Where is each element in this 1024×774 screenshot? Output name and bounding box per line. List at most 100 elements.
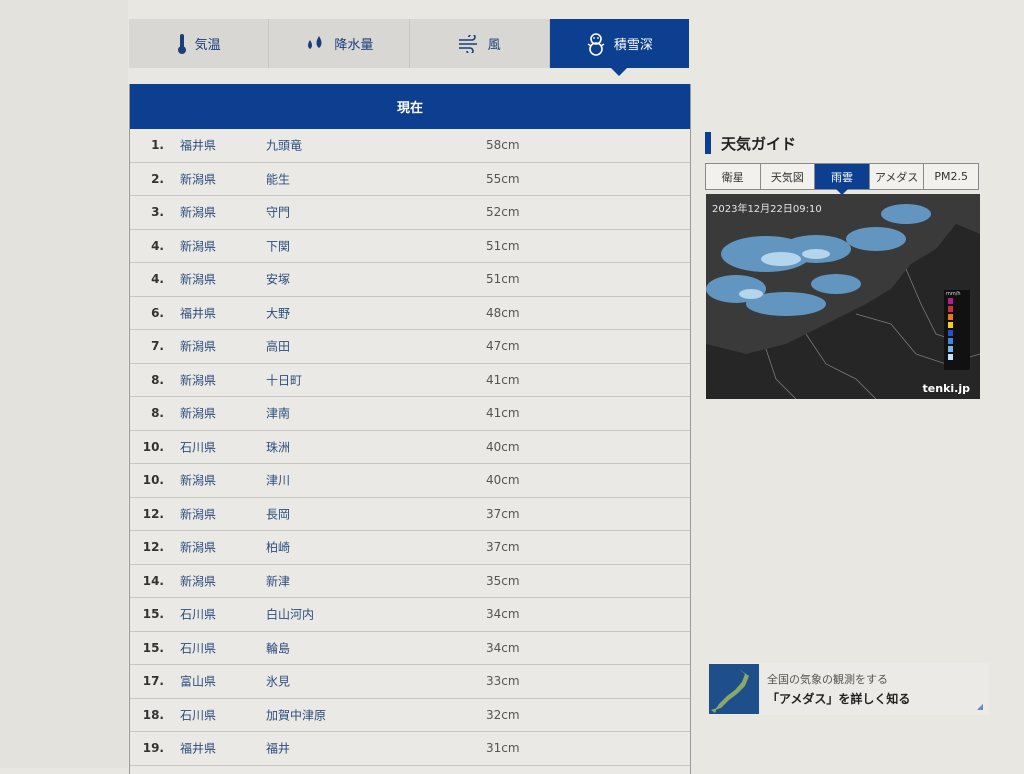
ranking-row[interactable]: 4. 新潟県 下関 51cm bbox=[130, 230, 690, 263]
legend-unit: mm/h bbox=[946, 291, 961, 297]
station-name: 大野 bbox=[266, 306, 291, 321]
snow-depth-value: 58cm bbox=[486, 138, 520, 153]
wind-icon bbox=[458, 34, 480, 53]
guide-tab-satellite[interactable]: 衛星 bbox=[706, 164, 761, 189]
prefecture: 新潟県 bbox=[180, 239, 217, 254]
snow-depth-value: 37cm bbox=[486, 506, 520, 521]
snow-depth-value: 40cm bbox=[486, 473, 520, 488]
station-name: 津南 bbox=[266, 406, 291, 421]
station-name: 高田 bbox=[266, 339, 291, 354]
station-name: 能生 bbox=[266, 172, 291, 187]
ranking-row[interactable]: 2. 新潟県 能生 55cm bbox=[130, 163, 690, 196]
ranking-row[interactable]: 19. 福井県 福井 31cm bbox=[130, 732, 690, 766]
guide-tab-pm25[interactable]: PM2.5 bbox=[924, 164, 978, 189]
ranking-row[interactable]: 8. 新潟県 十日町 41cm bbox=[130, 364, 690, 397]
guide-tab-rain-cloud[interactable]: 雨雲 bbox=[815, 164, 870, 195]
station-name: 守門 bbox=[266, 205, 291, 220]
snow-depth-value: 52cm bbox=[486, 205, 520, 220]
amedas-description: 全国の気象の観測をする bbox=[767, 673, 888, 686]
ranking-row[interactable]: 10. 新潟県 津川 40cm bbox=[130, 464, 690, 498]
category-tabs: 気温 降水量 風 積雪深 bbox=[129, 19, 689, 76]
rank-number: 1. bbox=[151, 138, 164, 153]
raindrops-icon bbox=[304, 34, 326, 54]
prefecture: 新潟県 bbox=[180, 373, 217, 388]
station-name: 輪島 bbox=[266, 641, 291, 656]
ranking-row[interactable]: 17. 富山県 氷見 33cm bbox=[130, 665, 690, 699]
corner-arrow-icon: ◢ bbox=[976, 702, 983, 711]
snow-depth-value: 32cm bbox=[486, 707, 520, 722]
snow-depth-value: 51cm bbox=[486, 272, 520, 287]
rank-number: 10. bbox=[142, 473, 164, 488]
prefecture: 新潟県 bbox=[180, 406, 217, 421]
rank-number: 12. bbox=[142, 540, 164, 555]
prefecture: 新潟県 bbox=[180, 339, 217, 354]
ranking-header: 現在 bbox=[130, 84, 690, 129]
ranking-row[interactable]: 3. 新潟県 守門 52cm bbox=[130, 196, 690, 230]
ranking-row[interactable]: 7. 新潟県 高田 47cm bbox=[130, 330, 690, 364]
left-margin bbox=[0, 0, 128, 768]
rank-number: 15. bbox=[142, 640, 164, 655]
rank-number: 3. bbox=[151, 205, 164, 220]
rank-number: 8. bbox=[151, 406, 164, 421]
prefecture: 新潟県 bbox=[180, 574, 217, 589]
amedas-text: 全国の気象の観測をする 「アメダス」を詳しく知る bbox=[767, 671, 910, 707]
station-name: 珠洲 bbox=[266, 440, 291, 455]
rank-number: 4. bbox=[151, 238, 164, 253]
ranking-row[interactable]: 14. 新潟県 新津 35cm bbox=[130, 565, 690, 598]
prefecture: 福井県 bbox=[180, 138, 217, 153]
prefecture: 石川県 bbox=[180, 708, 217, 723]
station-name: 新津 bbox=[266, 574, 291, 589]
prefecture: 新潟県 bbox=[180, 272, 217, 287]
prefecture: 新潟県 bbox=[180, 507, 217, 522]
snow-depth-value: 35cm bbox=[486, 573, 520, 588]
guide-tab-weather-map[interactable]: 天気図 bbox=[760, 164, 816, 189]
prefecture: 新潟県 bbox=[180, 205, 217, 220]
amedas-link-text[interactable]: 「アメダス」を詳しく知る bbox=[767, 690, 910, 707]
ranking-row[interactable]: 10. 石川県 珠洲 40cm bbox=[130, 431, 690, 464]
rank-number: 7. bbox=[151, 339, 164, 354]
snow-depth-value: 34cm bbox=[486, 640, 520, 655]
ranking-row[interactable]: 6. 福井県 大野 48cm bbox=[130, 297, 690, 330]
station-name: 九頭竜 bbox=[266, 138, 303, 153]
ranking-row[interactable]: 15. 石川県 輪島 34cm bbox=[130, 632, 690, 665]
ranking-row[interactable]: 8. 新潟県 津南 41cm bbox=[130, 397, 690, 431]
prefecture: 石川県 bbox=[180, 641, 217, 656]
rank-number: 14. bbox=[142, 573, 164, 588]
station-name: 長岡 bbox=[266, 507, 291, 522]
prefecture: 新潟県 bbox=[180, 473, 217, 488]
ranking-row[interactable]: 15. 石川県 白山河内 34cm bbox=[130, 598, 690, 632]
station-name: 加賀中津原 bbox=[266, 708, 327, 723]
ranking-row[interactable]: 1. 福井県 九頭竜 58cm bbox=[130, 129, 690, 163]
amedas-banner[interactable]: 全国の気象の観測をする 「アメダス」を詳しく知る ◢ bbox=[709, 663, 989, 715]
ranking-row[interactable]: 18. 石川県 加賀中津原 32cm bbox=[130, 699, 690, 732]
guide-tab-amedas[interactable]: アメダス bbox=[869, 164, 925, 189]
prefecture: 新潟県 bbox=[180, 540, 217, 555]
tab-temperature[interactable]: 気温 bbox=[129, 19, 270, 68]
tab-wind[interactable]: 風 bbox=[409, 19, 550, 68]
tab-label: 積雪深 bbox=[613, 38, 653, 53]
station-name: 十日町 bbox=[266, 373, 303, 388]
station-name: 柏崎 bbox=[266, 540, 291, 555]
tab-precipitation[interactable]: 降水量 bbox=[269, 19, 410, 68]
tab-label: 降水量 bbox=[334, 38, 374, 53]
snow-depth-value: 34cm bbox=[486, 607, 520, 622]
prefecture: 富山県 bbox=[180, 674, 217, 689]
rank-number: 4. bbox=[151, 272, 164, 287]
snow-depth-ranking: 現在 1. 福井県 九頭竜 58cm 2. 新潟県 能生 55cm 3. 新潟県 守門 52cm 4. 新… bbox=[129, 84, 691, 774]
ranking-row[interactable]: 12. 新潟県 長岡 37cm bbox=[130, 498, 690, 531]
tab-snow-depth[interactable]: 積雪深 bbox=[549, 19, 689, 76]
rain-radar-map[interactable]: 2023年12月22日09:10 mm/h tenki.jp bbox=[706, 194, 980, 399]
rank-number: 18. bbox=[142, 707, 164, 722]
rank-number: 10. bbox=[142, 439, 164, 454]
ranking-row[interactable]: 12. 新潟県 柏崎 37cm bbox=[130, 531, 690, 565]
snow-depth-value: 48cm bbox=[486, 305, 520, 320]
station-name: 下関 bbox=[266, 239, 291, 254]
station-name: 安塚 bbox=[266, 272, 291, 287]
ranking-row[interactable]: 4. 新潟県 安塚 51cm bbox=[130, 263, 690, 297]
ranking-rows: 1. 福井県 九頭竜 58cm 2. 新潟県 能生 55cm 3. 新潟県 守門 52cm 4. 新潟県下… bbox=[130, 129, 690, 766]
snow-depth-value: 51cm bbox=[486, 238, 520, 253]
prefecture: 新潟県 bbox=[180, 172, 217, 187]
snow-depth-value: 41cm bbox=[486, 406, 520, 421]
station-name: 津川 bbox=[266, 473, 291, 488]
rank-number: 17. bbox=[142, 674, 164, 689]
